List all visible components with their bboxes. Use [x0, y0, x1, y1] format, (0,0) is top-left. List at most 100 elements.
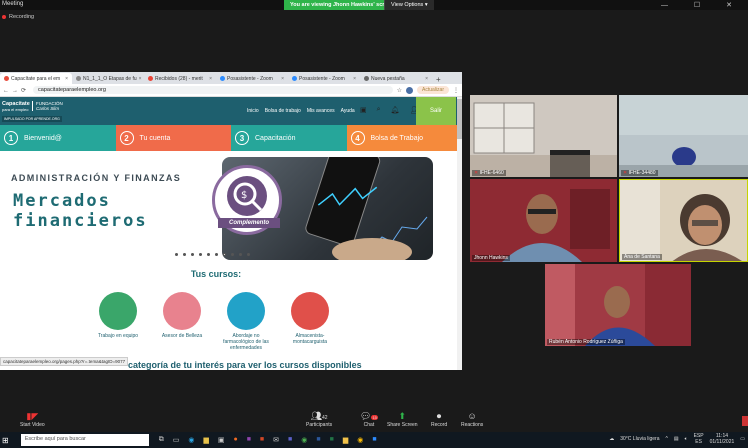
participant-name-text: Rubén Antonio Rodríguez Zúñiga [549, 339, 623, 345]
carousel-dot[interactable] [231, 253, 234, 256]
profile-icon[interactable] [406, 86, 414, 94]
record-icon: ⏺ [436, 411, 442, 421]
browser-tab[interactable]: Nueva pestaña × [360, 73, 432, 84]
reactions-icon: ☺ [467, 411, 477, 421]
clock[interactable]: 11:14 01/11/2021 [710, 433, 735, 445]
task-view-icon[interactable]: ⧉ [159, 436, 164, 444]
network-icon[interactable]: ▤ [674, 436, 679, 442]
menu-icon[interactable]: ⋮ [453, 87, 459, 94]
close-tab-icon[interactable]: × [65, 76, 68, 82]
firefox-icon[interactable]: ● [233, 436, 237, 444]
taskbar-search-input[interactable]: Escribe aquí para buscar [20, 434, 149, 446]
chat-label: Chat [363, 422, 375, 428]
weather-text[interactable]: 30°C Lluvia ligera [620, 436, 659, 442]
windows-start-icon[interactable]: ⊞ [2, 436, 9, 445]
zoom-app-icon[interactable]: ■ [372, 436, 376, 444]
url-field[interactable]: capacitateparaelempleo.org [33, 86, 393, 94]
bell-icon[interactable]: 🔔︎ [391, 106, 400, 114]
browser-tab[interactable]: Capacítate para el em × [0, 73, 72, 84]
chat-icon[interactable]: ▣ [360, 106, 367, 114]
carousel-dot[interactable] [247, 253, 250, 256]
close-tab-icon[interactable]: × [281, 76, 284, 82]
close-tab-icon[interactable]: × [353, 76, 356, 82]
carousel-dot[interactable] [239, 253, 242, 256]
powerpoint-icon[interactable]: ■ [260, 436, 264, 444]
app-window-icon[interactable]: ▭ [173, 436, 180, 444]
scrollbar-thumb[interactable] [457, 99, 462, 139]
browser-tab[interactable]: Posasistente - Zoom × [288, 73, 360, 84]
participant-name-text: IFHE-6460 [479, 170, 504, 176]
step-label: Capacitación [255, 134, 296, 142]
close-tab-icon[interactable]: × [139, 76, 142, 82]
participant-tile-jhonn-hawkins[interactable]: Jhonn Hawkins [470, 179, 617, 262]
course-card[interactable]: Almacenista-montacarguista [287, 292, 333, 351]
nav-bolsa[interactable]: Bolsa de trabajo [265, 108, 301, 114]
nav-ayuda[interactable]: Ayuda [341, 108, 355, 114]
bookmark-star-icon[interactable]: ☆ [397, 87, 402, 94]
browser-tab[interactable]: N1_1_1_O Etapas de fu × [72, 73, 144, 84]
start-video-button[interactable]: ▮◤ Start Video [20, 411, 45, 428]
onenote-icon[interactable]: ■ [247, 436, 251, 444]
course-card[interactable]: Trabajo en equipo [95, 292, 141, 351]
participant-video [470, 179, 617, 262]
fundacion-line2: Carlos Slim [36, 106, 60, 111]
close-tab-icon[interactable]: × [209, 76, 212, 82]
browser-tab[interactable]: Recibidos (28) - merit × [144, 73, 216, 84]
new-tab-button[interactable]: + [432, 75, 445, 84]
carousel-dots[interactable] [175, 253, 250, 256]
step-1[interactable]: 1 Bienvenid@ [0, 125, 116, 151]
store-icon[interactable]: ▣ [218, 436, 225, 444]
step-3[interactable]: 3 Capacitación [231, 125, 347, 151]
excel-icon[interactable]: ■ [330, 436, 334, 444]
carousel-dot[interactable] [215, 253, 218, 256]
word-icon[interactable]: ■ [316, 436, 320, 444]
language-indicator[interactable]: ESP ES [694, 433, 704, 445]
view-options-button[interactable]: View Options ▾ [384, 0, 434, 10]
step-4[interactable]: 4 Bolsa de Trabajo [346, 125, 462, 151]
nav-inicio[interactable]: Inicio [247, 108, 259, 114]
course-card[interactable]: Abordaje no farmacológico de las enferme… [223, 292, 269, 351]
notifications-icon[interactable]: ▭ [740, 436, 745, 442]
participant-tile-ruben-rodriguez[interactable]: Rubén Antonio Rodríguez Zúñiga [545, 264, 691, 346]
browser-nav-icons[interactable]: ←→⟳ [3, 87, 29, 94]
carousel-dot[interactable] [175, 253, 178, 256]
share-screen-button[interactable]: ⬆ Share Screen [387, 411, 418, 428]
update-button[interactable]: Actualizar [417, 86, 449, 94]
participant-tile-ifhe-34480[interactable]: ✕ IFHE-34480 [619, 95, 748, 177]
explorer-icon[interactable]: ▆ [203, 436, 208, 444]
mail-icon[interactable]: ✉ [273, 436, 279, 444]
window-controls[interactable]: — ☐ ✕ [661, 1, 744, 9]
carousel-dot[interactable] [183, 253, 186, 256]
page-scrollbar[interactable] [457, 97, 462, 370]
close-tab-icon[interactable]: × [425, 76, 428, 82]
search-icon[interactable]: ⌕ [377, 106, 381, 114]
course-card[interactable]: Asesor de Belleza [159, 292, 205, 351]
chrome-alt-icon[interactable]: ◉ [357, 436, 363, 444]
tray-arrow-icon[interactable]: ^ [665, 436, 667, 442]
folder-icon[interactable]: ▆ [343, 436, 348, 444]
record-button[interactable]: ⏺ Record [431, 411, 447, 428]
nav-avances[interactable]: Mis avances [307, 108, 335, 114]
participant-video [619, 95, 748, 177]
edge-icon[interactable]: ◉ [188, 436, 194, 444]
participant-video [545, 264, 691, 346]
course-label: Trabajo en equipo [97, 333, 139, 339]
step-2[interactable]: 2 Tu cuenta [115, 125, 231, 151]
chrome-icon[interactable]: ◉ [301, 436, 307, 444]
browser-tab[interactable]: Posasistente - Zoom × [216, 73, 288, 84]
carousel-dot-active[interactable] [223, 253, 226, 256]
carousel-dot[interactable] [191, 253, 194, 256]
participant-tile-ana-de-santana[interactable]: Ana de Santana [619, 179, 748, 262]
participants-button[interactable]: 👥︎42 Participants [306, 411, 332, 428]
end-meeting-button[interactable] [742, 416, 748, 426]
course-banner[interactable]: ADMINISTRACIÓN Y FINANZAS Mercados finan… [0, 151, 462, 261]
salir-button[interactable]: Salir [416, 97, 456, 125]
capacitate-logo[interactable]: Capacítate para el empleo [2, 101, 30, 113]
chat-button[interactable]: 💬︎15 Chat [360, 411, 378, 428]
participant-tile-ifhe-6460[interactable]: ✕ IFHE-6460 [470, 95, 617, 177]
carousel-dot[interactable] [199, 253, 202, 256]
carousel-dot[interactable] [207, 253, 210, 256]
volume-icon[interactable]: 🔈︎ [685, 436, 688, 442]
teams-icon[interactable]: ■ [288, 436, 292, 444]
reactions-button[interactable]: ☺ Reactions [461, 411, 483, 428]
